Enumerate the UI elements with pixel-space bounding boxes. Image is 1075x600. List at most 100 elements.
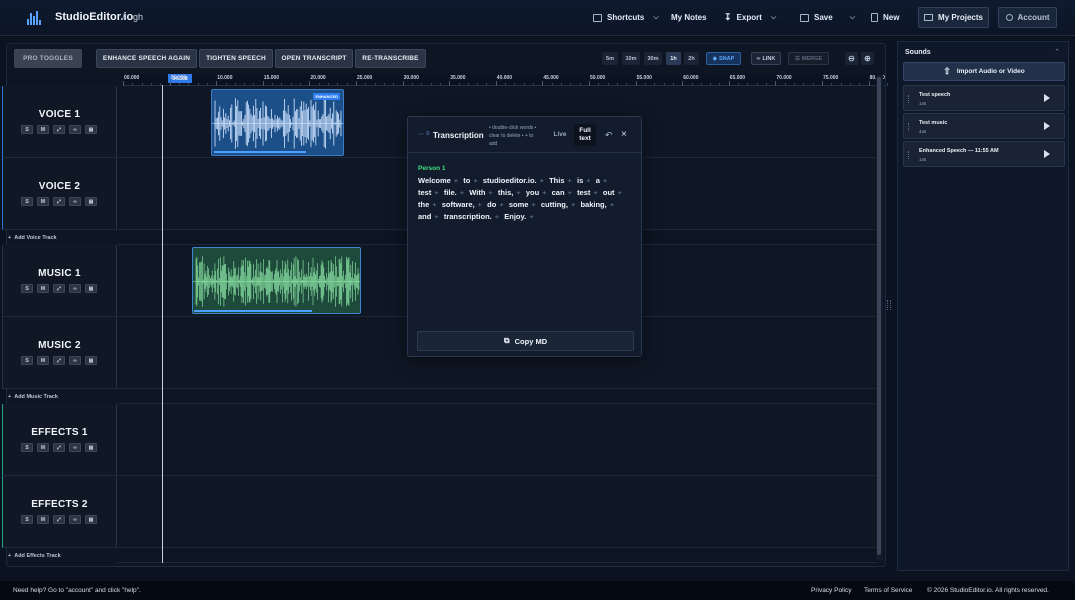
track-header-effects[interactable]: EFFECTS 2 S M ⤢ ∞ ▤ — [2, 476, 117, 548]
transcript-word[interactable]: to — [463, 176, 470, 185]
drag-handle-icon[interactable]: ⋯ — [418, 131, 424, 138]
insert-word-icon[interactable]: + — [618, 188, 622, 197]
drag-handle-icon[interactable] — [908, 95, 910, 103]
track-header-voice[interactable]: VOICE 2 S M ⤢ ∞ ▤ — [2, 158, 117, 230]
insert-word-icon[interactable]: + — [434, 188, 438, 197]
transcript-word[interactable]: baking, — [580, 200, 606, 209]
trash-icon[interactable]: ▤ — [85, 197, 97, 206]
app-logo-icon[interactable] — [27, 9, 43, 25]
zoom-out-icon[interactable]: ⊖ — [845, 52, 858, 65]
insert-word-icon[interactable]: + — [516, 188, 520, 197]
expand-icon[interactable]: ⤢ — [53, 125, 65, 134]
my-projects-button[interactable]: My Projects — [918, 7, 989, 28]
transcript-word[interactable]: the — [418, 200, 429, 209]
tab-full-text[interactable]: Full text — [574, 124, 596, 146]
expand-icon[interactable]: ⤢ — [53, 284, 65, 293]
track-header-music[interactable]: MUSIC 1 S M ⤢ ∞ ▤ — [2, 245, 117, 317]
privacy-link[interactable]: Privacy Policy — [811, 587, 851, 594]
transcript-word[interactable]: can — [552, 188, 565, 197]
add-voice-track-button[interactable]: + Add Voice Track — [2, 231, 117, 245]
zoom-5m[interactable]: 5m — [602, 52, 618, 65]
collapse-icon[interactable]: ⌃ — [1054, 48, 1060, 56]
mute-button[interactable]: M — [37, 443, 49, 452]
solo-button[interactable]: S — [21, 125, 33, 134]
time-ruler[interactable]: 04.308 00.000 05.000 10.000 15.000 20.000 25.… — [123, 74, 1001, 86]
transcript-word[interactable]: This — [549, 176, 564, 185]
track-header-voice[interactable]: VOICE 1 S M ⤢ ∞ ▤ — [2, 86, 117, 158]
add-effects-track-button[interactable]: + Add Effects Track — [2, 549, 117, 563]
track-name[interactable]: MUSIC 2 — [3, 340, 116, 351]
expand-icon[interactable]: ⤢ — [53, 515, 65, 524]
expand-icon[interactable]: ⤢ — [53, 197, 65, 206]
transcript-word[interactable]: is — [577, 176, 583, 185]
shortcuts-menu[interactable]: Shortcuts ⌵ — [593, 7, 659, 28]
new-button[interactable]: New — [871, 7, 899, 28]
save-menu[interactable]: Save ⌵ — [800, 7, 855, 28]
mute-button[interactable]: M — [37, 515, 49, 524]
insert-word-icon[interactable]: + — [473, 176, 477, 185]
insert-word-icon[interactable]: + — [531, 200, 535, 209]
track-name[interactable]: VOICE 1 — [3, 109, 116, 120]
zoom-1h[interactable]: 1h — [666, 52, 681, 65]
trash-icon[interactable]: ▤ — [85, 515, 97, 524]
export-menu[interactable]: ↧ Export ⌵ — [724, 7, 776, 28]
insert-word-icon[interactable]: + — [568, 176, 572, 185]
zoom-2h[interactable]: 2h — [684, 52, 699, 65]
drag-handle-icon[interactable] — [908, 151, 910, 159]
tighten-speech-button[interactable]: TIGHTEN SPEECH — [199, 49, 273, 68]
transcript-text[interactable]: Welcome + to + studioeditor.io. + This + is +… — [418, 175, 636, 223]
transcript-word[interactable]: software, — [442, 200, 475, 209]
trash-icon[interactable]: ▤ — [85, 356, 97, 365]
copy-md-button[interactable]: ⧉ Copy MD — [417, 331, 634, 351]
insert-word-icon[interactable]: + — [603, 176, 607, 185]
trash-icon[interactable]: ▤ — [85, 443, 97, 452]
expand-icon[interactable]: ⤢ — [53, 356, 65, 365]
insert-word-icon[interactable]: + — [593, 188, 597, 197]
insert-word-icon[interactable]: + — [586, 176, 590, 185]
mute-button[interactable]: M — [37, 284, 49, 293]
voice-clip[interactable]: ENHANCED — [211, 89, 344, 156]
solo-button[interactable]: S — [21, 515, 33, 524]
insert-word-icon[interactable]: + — [488, 188, 492, 197]
track-lane[interactable] — [118, 404, 878, 476]
insert-word-icon[interactable]: + — [542, 188, 546, 197]
track-header-music[interactable]: MUSIC 2 S M ⤢ ∞ ▤ — [2, 317, 117, 389]
transcript-word[interactable]: some — [509, 200, 529, 209]
retranscribe-button[interactable]: RE-TRANSCRIBE — [355, 49, 426, 68]
tab-live[interactable]: Live — [548, 124, 572, 146]
track-name[interactable]: EFFECTS 2 — [3, 499, 116, 510]
play-icon[interactable] — [1044, 122, 1050, 130]
enhance-speech-button[interactable]: ENHANCE SPEECH AGAIN — [96, 49, 197, 68]
trash-icon[interactable]: ▤ — [85, 284, 97, 293]
zoom-in-icon[interactable]: ⊕ — [861, 52, 874, 65]
insert-word-icon[interactable]: + — [432, 200, 436, 209]
mute-button[interactable]: M — [37, 197, 49, 206]
insert-word-icon[interactable]: + — [460, 188, 464, 197]
transcript-word[interactable]: Welcome — [418, 176, 451, 185]
transcript-word[interactable]: Enjoy. — [504, 212, 526, 221]
link-icon[interactable]: ∞ — [69, 197, 81, 206]
playhead[interactable] — [162, 85, 163, 563]
solo-button[interactable]: S — [21, 356, 33, 365]
play-icon[interactable] — [1044, 94, 1050, 102]
terms-link[interactable]: Terms of Service — [864, 587, 912, 594]
track-lane[interactable] — [118, 476, 878, 548]
insert-word-icon[interactable]: + — [529, 212, 533, 221]
track-header-effects[interactable]: EFFECTS 1 S M ⤢ ∞ ▤ — [2, 404, 117, 476]
trash-icon[interactable]: ▤ — [85, 125, 97, 134]
track-name[interactable]: VOICE 2 — [3, 181, 116, 192]
sound-item[interactable]: Test music 44s — [903, 113, 1065, 139]
transcript-word[interactable]: cutting, — [541, 200, 568, 209]
drag-handle-icon[interactable] — [908, 123, 910, 131]
pro-toggles-button[interactable]: PRO TOGGLES — [14, 49, 82, 68]
my-notes-link[interactable]: My Notes — [671, 7, 707, 28]
link-icon[interactable]: ∞ — [69, 284, 81, 293]
music-clip[interactable] — [192, 247, 361, 314]
transcript-word[interactable]: you — [526, 188, 539, 197]
transcript-word[interactable]: this, — [498, 188, 513, 197]
insert-word-icon[interactable]: + — [478, 200, 482, 209]
zoom-30m[interactable]: 30m — [644, 52, 662, 65]
link-icon[interactable]: ∞ — [69, 356, 81, 365]
add-music-track-button[interactable]: + Add Music Track — [2, 390, 117, 404]
link-icon[interactable]: ∞ — [69, 443, 81, 452]
